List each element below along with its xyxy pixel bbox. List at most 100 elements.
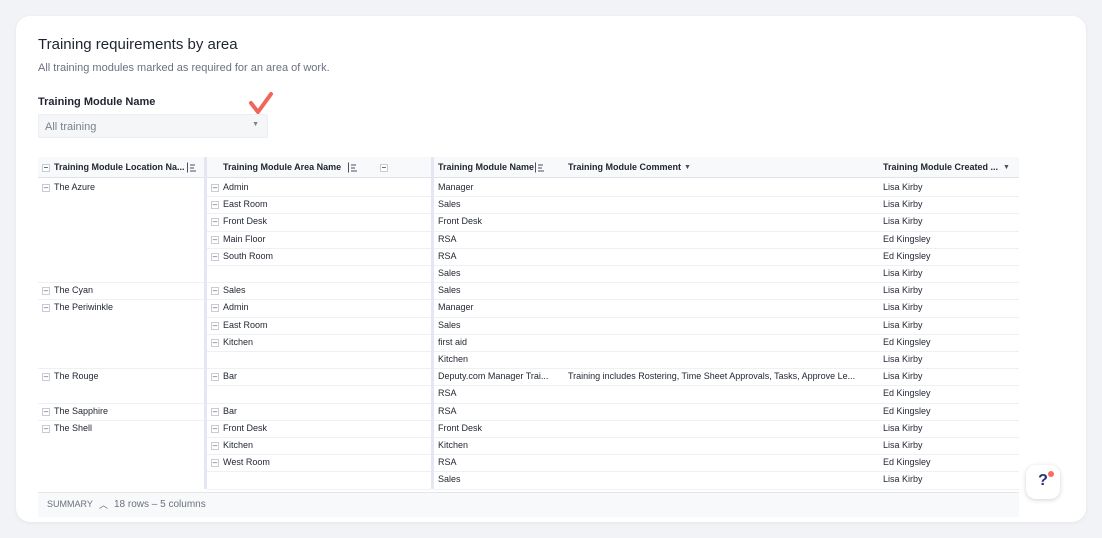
filter-label: Training Module Name bbox=[38, 96, 156, 108]
row-divider bbox=[564, 333, 879, 335]
row-divider bbox=[207, 368, 431, 370]
table-cell-area[interactable]: Main Floor bbox=[223, 231, 266, 248]
row-divider bbox=[564, 488, 879, 490]
column-header-name[interactable]: Training Module Name bbox=[434, 157, 564, 178]
table-cell-area[interactable]: Front Desk bbox=[223, 213, 267, 230]
row-divider bbox=[207, 471, 431, 473]
collapse-node-icon[interactable]: – bbox=[211, 373, 219, 382]
filter-value: All training bbox=[45, 121, 97, 133]
collapse-node-icon[interactable]: – bbox=[211, 201, 219, 210]
column-header-label: Training Module Area Name bbox=[223, 162, 342, 172]
collapse-node-icon[interactable]: – bbox=[211, 235, 219, 244]
table-cell-location[interactable]: The Periwinkle bbox=[54, 299, 113, 316]
table-cell-area[interactable]: Bar bbox=[223, 368, 237, 385]
summary-toggle-label[interactable]: SUMMARY bbox=[47, 499, 93, 509]
sort-icon[interactable] bbox=[347, 162, 358, 173]
table-cell-created-by: Ed Kingsley bbox=[883, 233, 931, 244]
collapse-all-icon[interactable]: – bbox=[42, 164, 50, 172]
collapse-node-icon[interactable]: – bbox=[211, 459, 219, 468]
row-divider bbox=[564, 230, 879, 232]
table-cell-area[interactable]: Kitchen bbox=[223, 437, 253, 454]
chevron-down-icon: ▼ bbox=[252, 121, 259, 128]
table-cell-location[interactable]: The Sapphire bbox=[54, 403, 108, 420]
table-cell-area[interactable]: Front Desk bbox=[223, 420, 267, 437]
collapse-node-icon[interactable]: – bbox=[211, 218, 219, 227]
summary-bar: SUMMARY ︿ 18 rows – 5 columns bbox=[38, 492, 1019, 517]
collapse-node-icon[interactable]: – bbox=[211, 442, 219, 450]
help-icon: ? bbox=[1038, 472, 1048, 489]
table-cell-area[interactable]: West Room bbox=[223, 454, 270, 471]
collapse-node-icon[interactable]: – bbox=[42, 287, 50, 296]
collapse-node-icon[interactable]: – bbox=[42, 304, 50, 313]
collapse-node-icon[interactable]: – bbox=[211, 407, 219, 416]
table-cell-comment: Training includes Rostering, Time Sheet … bbox=[568, 371, 856, 382]
table-cell-name: Manager bbox=[438, 302, 474, 313]
collapse-node-icon[interactable]: – bbox=[42, 184, 50, 192]
collapse-node-icon[interactable]: – bbox=[42, 407, 50, 416]
table-cell-created-by: Ed Kingsley bbox=[883, 457, 931, 468]
collapse-node-icon[interactable]: – bbox=[211, 321, 219, 330]
table-cell-location[interactable]: The Azure bbox=[54, 179, 95, 196]
table-cell-created-by: Lisa Kirby bbox=[883, 199, 923, 210]
row-divider bbox=[564, 282, 879, 284]
column-header-label: Training Module Comment bbox=[568, 162, 682, 172]
row-divider bbox=[564, 419, 879, 421]
sort-icon[interactable] bbox=[534, 162, 545, 173]
report-card: Training requirements by area All traini… bbox=[16, 16, 1086, 522]
collapse-node-icon[interactable]: – bbox=[211, 338, 219, 347]
chevron-down-icon[interactable]: ▼ bbox=[684, 157, 691, 178]
column-header-comment[interactable]: Training Module Comment ▼ bbox=[564, 157, 879, 178]
collapse-all-icon[interactable]: – bbox=[380, 164, 388, 172]
column-header-location[interactable]: – Training Module Location Na... bbox=[38, 157, 207, 178]
row-divider bbox=[564, 351, 879, 352]
row-divider bbox=[564, 402, 879, 404]
collapse-node-icon[interactable]: – bbox=[42, 424, 50, 433]
row-divider bbox=[207, 488, 431, 490]
table-cell-name: first aid bbox=[438, 336, 468, 347]
row-divider bbox=[564, 471, 879, 473]
table-cell-location[interactable]: The Shell bbox=[54, 420, 92, 437]
table-cell-created-by: Ed Kingsley bbox=[883, 336, 931, 347]
chevron-down-icon[interactable]: ▼ bbox=[1003, 157, 1010, 178]
table-cell-area[interactable]: Kitchen bbox=[223, 334, 253, 351]
table-cell-area[interactable]: Admin bbox=[223, 299, 249, 316]
sort-icon[interactable] bbox=[186, 162, 197, 173]
column-header-area[interactable]: – Training Module Area Name bbox=[207, 157, 434, 178]
table-cell-area[interactable]: Bar bbox=[223, 403, 237, 420]
row-divider bbox=[564, 437, 879, 438]
table-cell-area[interactable]: Admin bbox=[223, 179, 249, 196]
column-header-label: Training Module Location Na... bbox=[54, 162, 185, 172]
table-cell-location[interactable]: The Cyan bbox=[54, 282, 93, 299]
table-cell-created-by: Lisa Kirby bbox=[883, 268, 923, 278]
page-subtitle: All training modules marked as required … bbox=[38, 62, 330, 74]
table-cell-area[interactable]: East Room bbox=[223, 196, 268, 213]
collapse-node-icon[interactable]: – bbox=[211, 252, 219, 261]
table-cell-location[interactable]: The Rouge bbox=[54, 368, 99, 385]
collapse-node-icon[interactable]: – bbox=[211, 184, 219, 192]
table-cell-created-by: Ed Kingsley bbox=[883, 405, 931, 416]
summary-row-count: 18 rows – 5 columns bbox=[114, 499, 206, 510]
row-divider bbox=[434, 488, 564, 490]
table-cell-area[interactable]: East Room bbox=[223, 317, 268, 334]
collapse-node-icon[interactable]: – bbox=[42, 373, 50, 382]
collapse-node-icon[interactable]: – bbox=[211, 424, 219, 433]
column-divider[interactable] bbox=[431, 157, 434, 489]
table-cell-created-by: Lisa Kirby bbox=[883, 182, 923, 192]
help-button[interactable]: ? bbox=[1026, 465, 1060, 499]
table-cell-created-by: Lisa Kirby bbox=[883, 302, 923, 313]
table-cell-name: Sales bbox=[438, 285, 461, 296]
row-divider bbox=[564, 265, 879, 266]
table-cell-name: RSA bbox=[438, 405, 457, 416]
collapse-node-icon[interactable]: – bbox=[211, 287, 219, 296]
table-cell-created-by: Lisa Kirby bbox=[883, 319, 923, 330]
collapse-node-icon[interactable]: – bbox=[211, 304, 219, 313]
column-divider[interactable] bbox=[204, 157, 207, 489]
table-cell-name: Front Desk bbox=[438, 216, 483, 227]
table-cell-area[interactable]: Sales bbox=[223, 282, 246, 299]
table-cell-area[interactable]: South Room bbox=[223, 248, 273, 265]
chevron-up-icon[interactable]: ︿ bbox=[99, 498, 108, 511]
table-cell-created-by: Lisa Kirby bbox=[883, 440, 923, 450]
column-header-created-by[interactable]: Training Module Created ... ▼ bbox=[879, 157, 1019, 178]
row-divider bbox=[564, 299, 879, 301]
training-module-filter-select[interactable]: All training ▼ bbox=[38, 114, 268, 138]
